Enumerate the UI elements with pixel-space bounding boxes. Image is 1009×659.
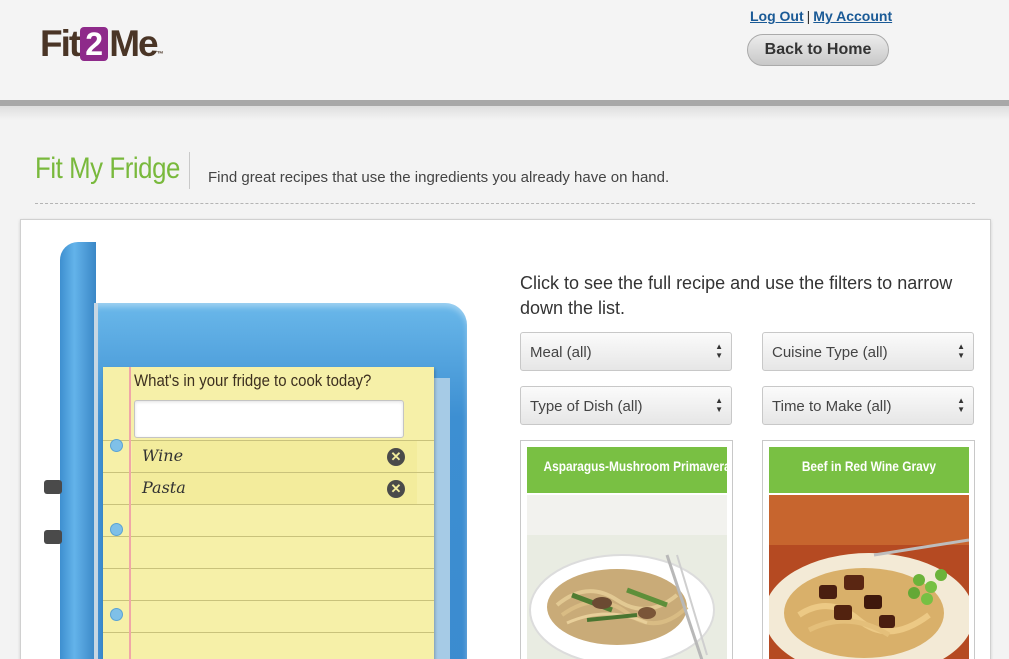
- filter-label: Time to Make (all): [772, 398, 892, 415]
- ingredient-item: Pasta ✕: [132, 473, 417, 505]
- notepad-margin-line: [129, 367, 131, 659]
- beef-dish-image: [769, 495, 969, 659]
- page-subtitle: Find great recipes that use the ingredie…: [208, 169, 670, 186]
- filter-label: Type of Dish (all): [530, 398, 643, 415]
- select-arrows-icon: ▲ ▼: [715, 342, 723, 360]
- notepad-hole-icon: [110, 523, 123, 536]
- my-account-link[interactable]: My Account: [813, 8, 892, 24]
- link-separator: |: [806, 8, 811, 24]
- logo-fit: Fit: [40, 23, 81, 64]
- time-filter-select[interactable]: Time to Make (all) ▲ ▼: [762, 386, 974, 425]
- fridge-notepad: What's in your fridge to cook today? Win…: [103, 367, 434, 659]
- recipe-title: Asparagus-Mushroom Primavera: [527, 447, 731, 493]
- filter-label: Cuisine Type (all): [772, 344, 888, 361]
- recipe-card[interactable]: Asparagus-Mushroom Primavera: [520, 440, 733, 659]
- ingredient-item: Wine ✕: [132, 441, 417, 473]
- fridge-hinge-icon: [44, 530, 62, 544]
- filter-label: Meal (all): [530, 344, 592, 361]
- notepad-hole-icon: [110, 439, 123, 452]
- site-header: Fit 2 Me ™ Log Out | My Account Back to Home: [0, 0, 1009, 100]
- select-arrows-icon: ▲ ▼: [715, 396, 723, 414]
- header-shadow: [0, 106, 1009, 120]
- notepad-hole-icon: [110, 608, 123, 621]
- select-arrows-icon: ▲ ▼: [957, 342, 965, 360]
- cuisine-filter-select[interactable]: Cuisine Type (all) ▲ ▼: [762, 332, 974, 371]
- ingredient-input[interactable]: [134, 400, 404, 438]
- ingredient-name: Wine: [142, 446, 184, 465]
- logo-two: 2: [80, 27, 109, 61]
- results-instructions: Click to see the full recipe and use the…: [520, 273, 953, 318]
- logo-me: Me: [109, 23, 158, 64]
- title-divider: [189, 152, 190, 189]
- recipe-title-text: Asparagus-Mushroom Primavera: [543, 458, 731, 474]
- remove-ingredient-icon[interactable]: ✕: [387, 480, 405, 498]
- recipe-card[interactable]: Beef in Red Wine Gravy: [762, 440, 975, 659]
- fridge-prompt: What's in your fridge to cook today?: [134, 371, 372, 390]
- fit2me-logo[interactable]: Fit 2 Me ™: [40, 23, 164, 64]
- recipe-photo[interactable]: [527, 495, 727, 659]
- logo-trademark: ™: [156, 51, 164, 58]
- fridge-side-illustration: [60, 242, 96, 659]
- meal-filter-select[interactable]: Meal (all) ▲ ▼: [520, 332, 732, 371]
- logout-link[interactable]: Log Out: [750, 8, 804, 24]
- select-arrows-icon: ▲ ▼: [957, 396, 965, 414]
- fridge-door-edge: [94, 303, 98, 659]
- ingredient-name: Pasta: [142, 478, 186, 497]
- recipe-title-text: Beef in Red Wine Gravy: [801, 458, 937, 474]
- fridge-hinge-icon: [44, 480, 62, 494]
- back-to-home-button[interactable]: Back to Home: [747, 34, 889, 66]
- page-title: Fit My Fridge: [35, 152, 180, 185]
- account-links: Log Out | My Account: [750, 8, 892, 24]
- recipe-title: Beef in Red Wine Gravy: [769, 447, 969, 493]
- recipe-photo[interactable]: [769, 495, 969, 659]
- dashed-separator: [35, 203, 975, 204]
- dish-type-filter-select[interactable]: Type of Dish (all) ▲ ▼: [520, 386, 732, 425]
- remove-ingredient-icon[interactable]: ✕: [387, 448, 405, 466]
- pasta-dish-image: [527, 495, 727, 659]
